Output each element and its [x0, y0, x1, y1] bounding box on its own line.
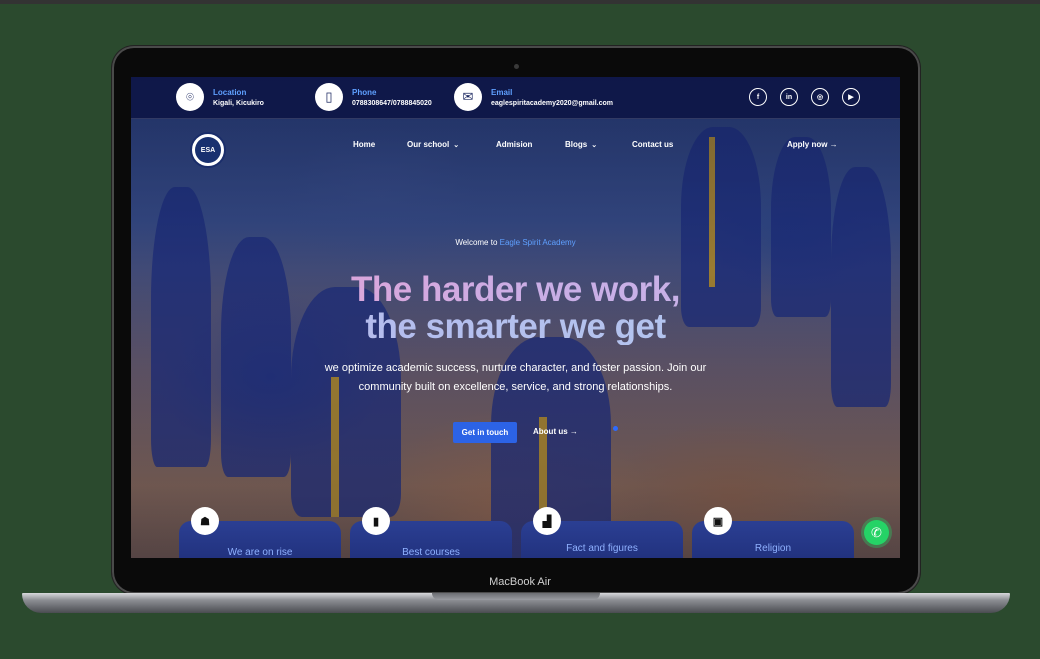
logo-emblem: ESA	[195, 137, 221, 163]
bar-chart-icon: ▟	[533, 507, 561, 535]
location-info: ⌾ Location Kigali, Kicukiro	[176, 83, 264, 111]
carousel-indicator[interactable]	[613, 426, 618, 431]
email-value[interactable]: eaglespiritacademy2020@gmail.com	[491, 100, 613, 107]
phone-info: ▯ Phone 0788308647/0788845020	[315, 83, 432, 111]
card-title: Best courses	[402, 547, 460, 558]
hero-headline-line1: The harder we work,	[131, 271, 900, 308]
whatsapp-icon[interactable]: ✆	[864, 520, 889, 545]
mail-icon: ✉	[454, 83, 482, 111]
get-in-touch-button[interactable]: Get in touch	[453, 422, 517, 443]
about-us-link[interactable]: About us →	[533, 427, 578, 436]
chevron-down-icon: ⌄	[591, 142, 598, 149]
card-title: Religion	[754, 543, 792, 554]
card-title: We are on rise	[227, 547, 293, 558]
nav-contact-us[interactable]: Contact us	[632, 140, 673, 149]
phone-label: Phone	[352, 87, 377, 97]
hero-headline-line2: the smarter we get	[131, 308, 900, 345]
email-label: Email	[491, 87, 513, 97]
website-screen: ⌾ Location Kigali, Kicukiro ▯ Phone 0788…	[131, 77, 900, 558]
graduate-icon: ☗	[191, 507, 219, 535]
location-value: Kigali, Kicukiro	[213, 99, 264, 107]
linkedin-icon[interactable]: in	[780, 88, 798, 106]
welcome-prefix: Welcome to	[455, 238, 498, 247]
nav-our-school-label: Our school	[407, 140, 450, 149]
school-logo[interactable]: ESA	[190, 132, 226, 168]
email-info: ✉ Email eaglespiritacademy2020@gmail.com	[454, 83, 613, 111]
bookmark-icon: ▮	[362, 507, 390, 535]
device-label: MacBook Air	[489, 576, 551, 588]
nav-home[interactable]: Home	[353, 140, 375, 149]
apply-now-button[interactable]: Apply now →	[787, 140, 838, 149]
nav-blogs-label: Blogs	[565, 140, 588, 149]
feature-card-religion[interactable]: ▣ Religion	[692, 507, 854, 558]
contact-info-bar: ⌾ Location Kigali, Kicukiro ▯ Phone 0788…	[131, 77, 900, 119]
nav-blogs[interactable]: Blogs ⌄	[565, 140, 597, 149]
phone-icon: ▯	[315, 83, 343, 111]
feature-card-rise[interactable]: ☗ We are on rise	[179, 507, 341, 558]
feature-card-courses[interactable]: ▮ Best courses	[350, 507, 512, 558]
youtube-icon[interactable]: ▶	[842, 88, 860, 106]
instagram-icon[interactable]: ◎	[811, 88, 829, 106]
nav-admision[interactable]: Admision	[496, 140, 532, 149]
hero-subtitle: we optimize academic success, nurture ch…	[324, 362, 707, 393]
laptop-hinge-notch	[432, 593, 600, 600]
chevron-down-icon: ⌄	[453, 142, 460, 149]
camera-icon	[514, 64, 519, 69]
facebook-icon[interactable]: f	[749, 88, 767, 106]
nav-our-school[interactable]: Our school ⌄	[407, 140, 459, 149]
location-pin-icon: ⌾	[176, 83, 204, 111]
phone-value[interactable]: 0788308647/0788845020	[352, 100, 432, 107]
bible-icon: ▣	[704, 507, 732, 535]
location-label: Location	[213, 87, 247, 97]
feature-card-facts[interactable]: ▟ Fact and figures	[521, 507, 683, 558]
card-title: Fact and figures	[566, 543, 638, 554]
top-edge	[0, 0, 1040, 4]
welcome-text: Welcome to Eagle Spirit Academy	[131, 238, 900, 247]
welcome-school-name: Eagle Spirit Academy	[499, 238, 576, 247]
